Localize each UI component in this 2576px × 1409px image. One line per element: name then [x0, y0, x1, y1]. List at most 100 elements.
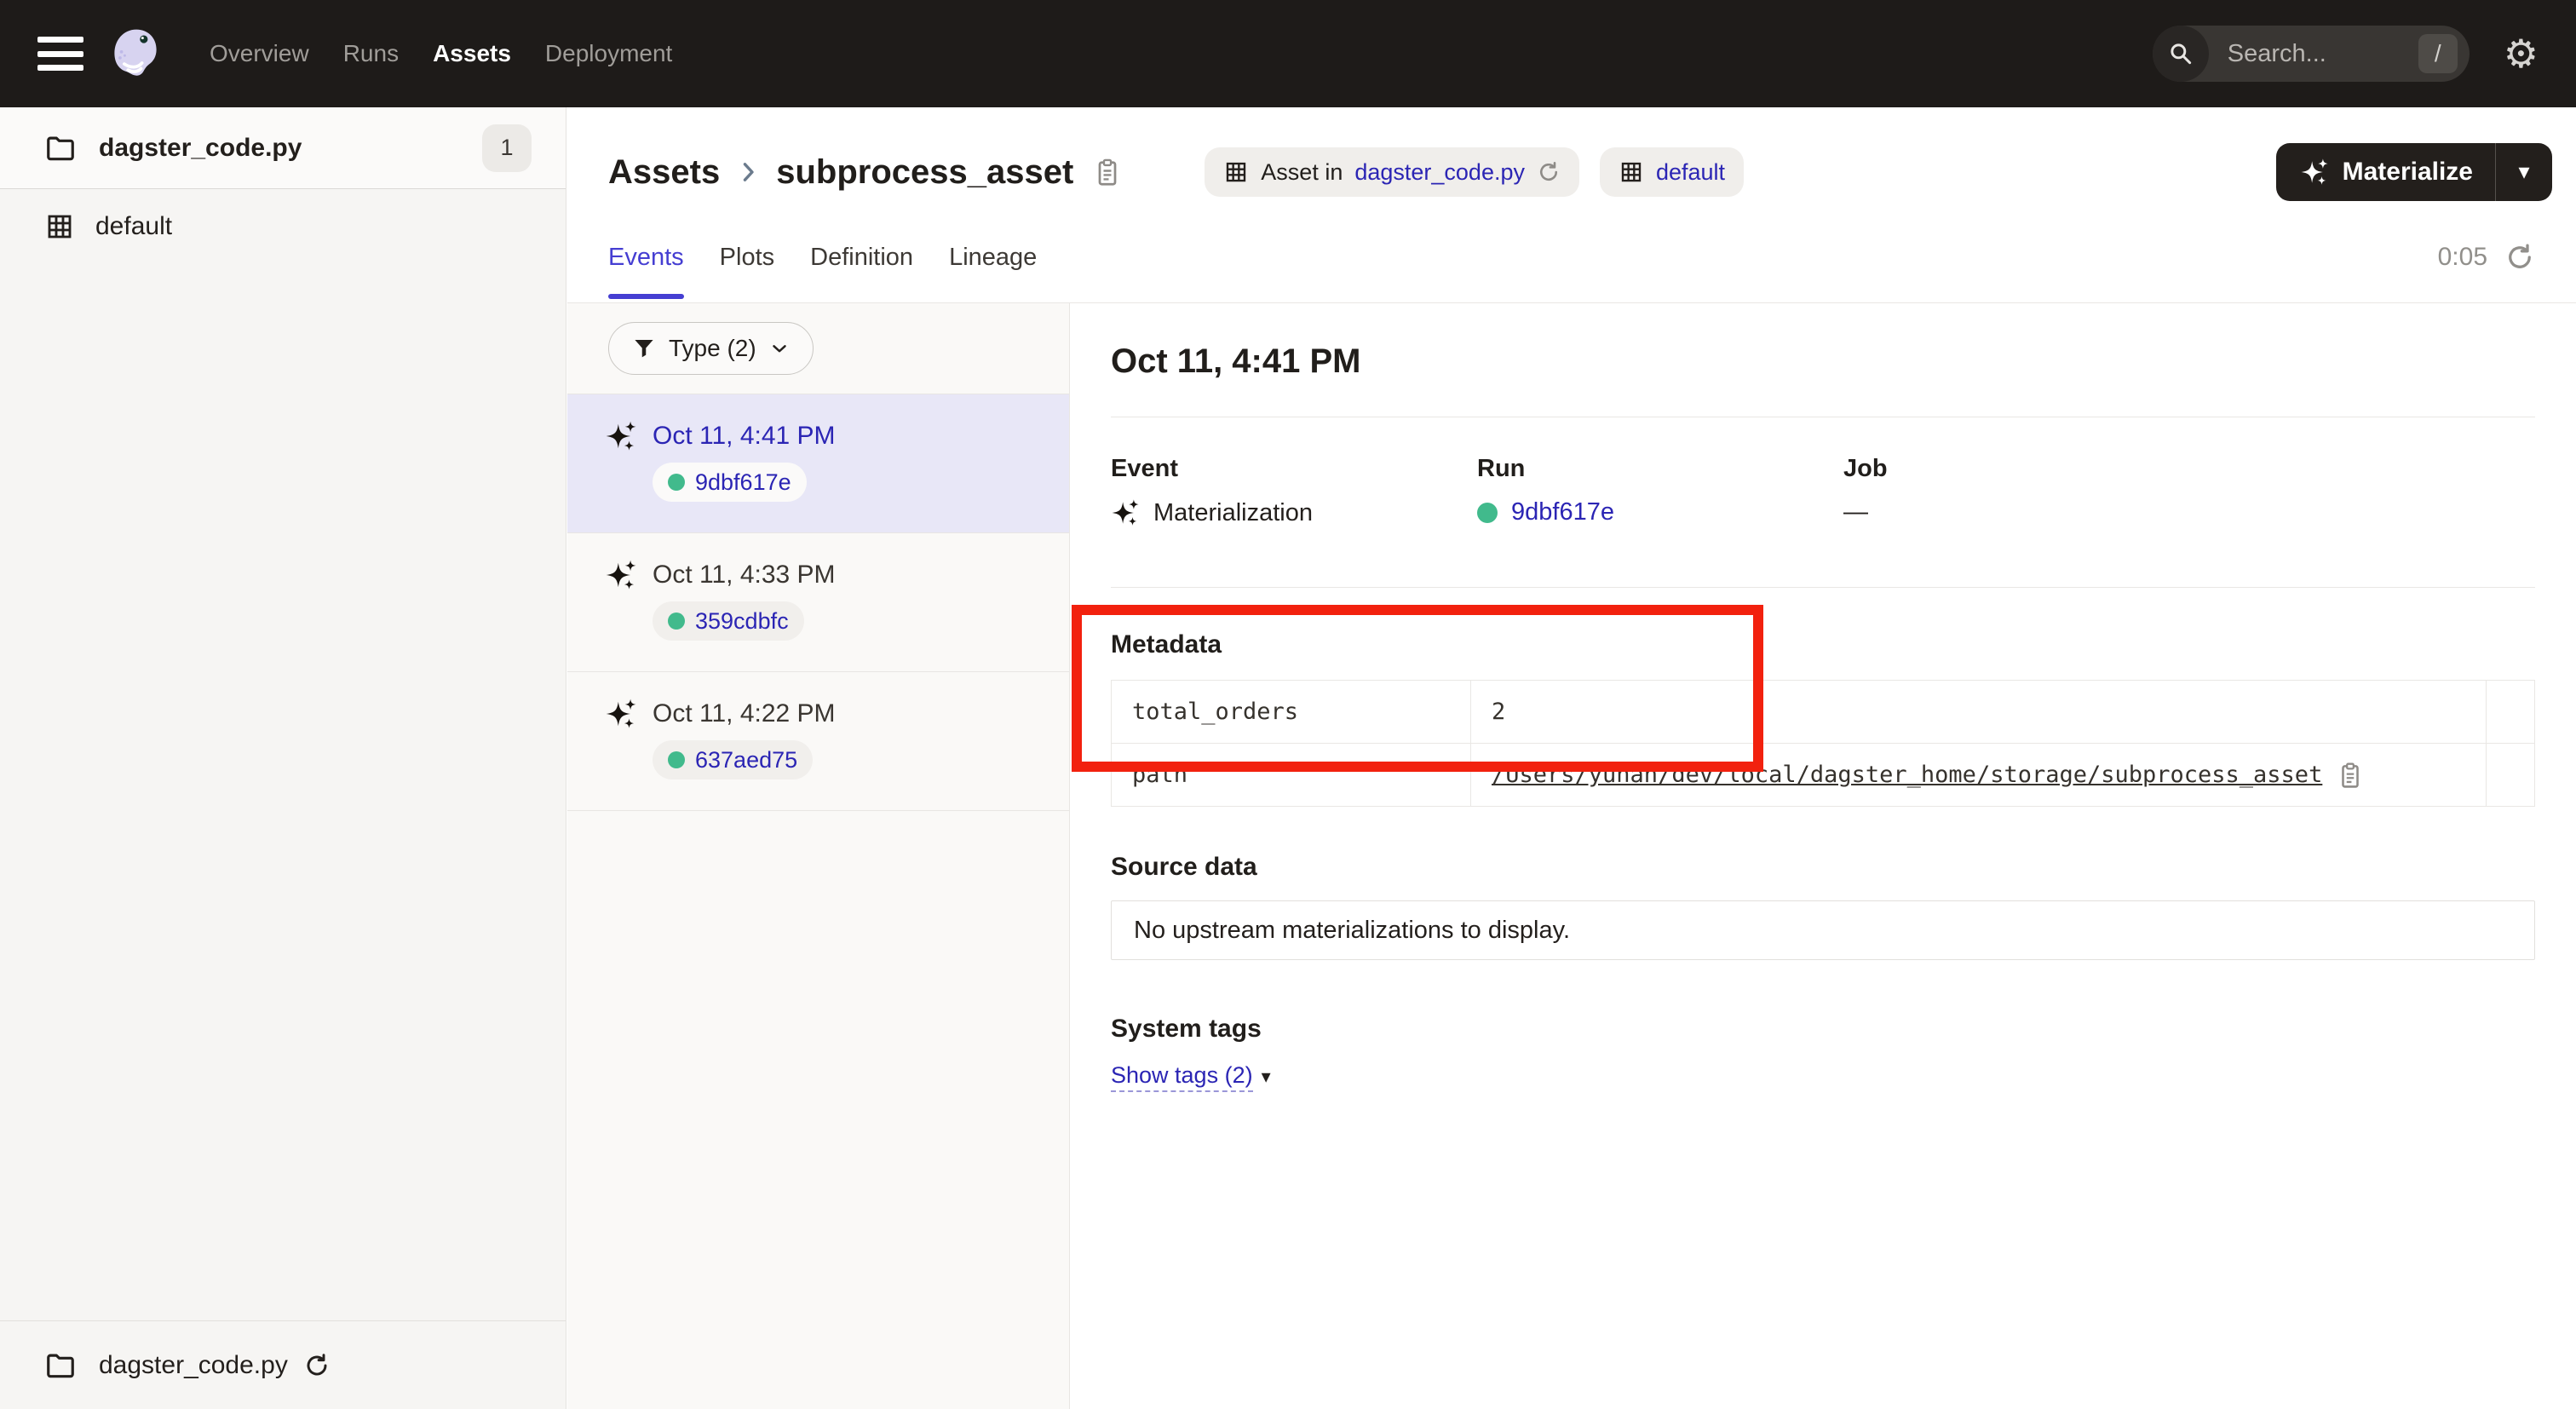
refresh-status: 0:05 [2438, 242, 2535, 273]
grid-icon [1223, 159, 1249, 185]
asset-group-link[interactable]: default [1656, 159, 1725, 186]
run-id-link: 9dbf617e [695, 469, 791, 496]
asset-group-badge: default [1600, 147, 1744, 197]
reload-code-location-icon[interactable] [303, 1352, 331, 1379]
run-id-pill[interactable]: 359cdbfc [653, 601, 804, 641]
code-location-label: dagster_code.py [99, 134, 302, 163]
search-icon [2153, 26, 2209, 82]
run-success-dot [668, 751, 685, 768]
event-detail-panel: Oct 11, 4:41 PM Event Materialization Ru… [1070, 303, 2576, 1409]
event-filter-row: Type (2) [567, 303, 1069, 394]
asset-tabs: Events Plots Definition Lineage [608, 212, 1037, 302]
run-success-dot [1477, 503, 1498, 523]
top-navigation-bar: Overview Runs Assets Deployment Search..… [0, 0, 2576, 107]
settings-gear-icon[interactable]: ⚙ [2504, 34, 2539, 73]
metadata-extra-cell [2487, 744, 2535, 807]
breadcrumb: Assets subprocess_asset [608, 153, 1123, 192]
divider [1111, 587, 2535, 588]
asset-badges: Asset in dagster_code.py default [1205, 147, 1744, 197]
event-list-item[interactable]: Oct 11, 4:33 PM 359cdbfc [567, 533, 1069, 672]
materialize-label: Materialize [2343, 158, 2473, 187]
sidebar-item-code-location[interactable]: dagster_code.py 1 [0, 107, 566, 189]
nav-deployment[interactable]: Deployment [545, 40, 672, 67]
run-id-link: 359cdbfc [695, 608, 789, 635]
dagster-logo[interactable] [106, 21, 165, 86]
funnel-icon [631, 336, 657, 361]
main-nav: Overview Runs Assets Deployment [210, 40, 672, 67]
event-detail-title: Oct 11, 4:41 PM [1111, 342, 2535, 381]
refresh-icon[interactable] [2504, 242, 2535, 273]
materialization-sparkle-icon [605, 559, 637, 591]
run-id-pill[interactable]: 9dbf617e [653, 463, 807, 502]
metadata-table: total_orders 2 path /Users/yuhan/dev/loc… [1111, 680, 2535, 807]
run-success-dot [668, 612, 685, 630]
event-list-panel: Type (2) Oct 11, 4:41 PM 9dbf617e [567, 303, 1070, 1409]
main-content: Assets subprocess_asset Asset in dagster… [567, 107, 2576, 1409]
event-timestamp: Oct 11, 4:33 PM [653, 561, 836, 589]
sidebar-footer-code-location: dagster_code.py [0, 1320, 566, 1409]
materialize-button[interactable]: Materialize ▾ [2276, 143, 2552, 201]
event-summary-columns: Event Materialization Run 9dbf617e [1111, 455, 2535, 527]
show-tags-label: Show tags (2) [1111, 1062, 1253, 1092]
refresh-countdown: 0:05 [2438, 243, 2487, 272]
event-timestamp: Oct 11, 4:41 PM [653, 422, 836, 451]
dagster-octopus-icon [106, 21, 165, 86]
event-column-label: Event [1111, 455, 1477, 483]
hamburger-menu-icon[interactable] [37, 37, 83, 71]
event-list-item[interactable]: Oct 11, 4:41 PM 9dbf617e [567, 394, 1069, 533]
sidebar-item-default-group[interactable]: default [0, 189, 566, 264]
asset-group-grid-icon [44, 211, 75, 242]
event-timestamp: Oct 11, 4:22 PM [653, 699, 836, 728]
tab-plots[interactable]: Plots [720, 212, 774, 302]
source-data-heading: Source data [1111, 853, 2535, 882]
code-location-link[interactable]: dagster_code.py [1354, 159, 1525, 186]
event-type-value: Materialization [1153, 499, 1313, 527]
event-type-filter-button[interactable]: Type (2) [608, 322, 814, 375]
metadata-key: path [1112, 744, 1471, 807]
nav-runs[interactable]: Runs [343, 40, 399, 67]
run-column-label: Run [1477, 455, 1843, 483]
folder-icon [44, 1349, 77, 1382]
caret-down-icon: ▾ [1262, 1067, 1271, 1088]
materialize-button-group: Materialize ▾ [2276, 143, 2552, 201]
search-shortcut-key: / [2418, 34, 2458, 73]
nav-overview[interactable]: Overview [210, 40, 309, 67]
metadata-heading: Metadata [1111, 630, 2535, 659]
job-value: — [1843, 498, 1868, 526]
metadata-extra-cell [2487, 681, 2535, 744]
materialize-dropdown-caret[interactable]: ▾ [2496, 159, 2552, 185]
event-list-item[interactable]: Oct 11, 4:22 PM 637aed75 [567, 672, 1069, 811]
tab-events[interactable]: Events [608, 212, 684, 302]
copy-path-icon[interactable] [2336, 761, 2365, 790]
chevron-down-icon [768, 337, 791, 359]
materialization-sparkle-icon [605, 420, 637, 452]
reload-location-icon[interactable] [1537, 160, 1561, 184]
asset-group-label: default [95, 212, 172, 241]
materialization-sparkle-icon [1111, 498, 1140, 527]
metadata-key: total_orders [1112, 681, 1471, 744]
metadata-row: total_orders 2 [1112, 681, 2535, 744]
tab-definition[interactable]: Definition [810, 212, 913, 302]
grid-icon [1619, 159, 1644, 185]
tab-lineage[interactable]: Lineage [949, 212, 1037, 302]
metadata-row: path /Users/yuhan/dev/local/dagster_home… [1112, 744, 2535, 807]
asset-in-label: Asset in [1261, 159, 1343, 186]
breadcrumb-assets-link[interactable]: Assets [608, 153, 720, 192]
asset-page-header: Assets subprocess_asset Asset in dagster… [567, 107, 2576, 303]
folder-icon [44, 132, 77, 164]
system-tags-heading: System tags [1111, 1015, 2535, 1044]
search-placeholder: Search... [2228, 40, 2418, 68]
run-id-link[interactable]: 9dbf617e [1511, 498, 1614, 526]
metadata-path-link[interactable]: /Users/yuhan/dev/local/dagster_home/stor… [1492, 762, 2322, 788]
search-input[interactable]: Search... / [2153, 26, 2470, 82]
metadata-value: 2 [1471, 681, 2487, 744]
asset-location-badge: Asset in dagster_code.py [1205, 147, 1579, 197]
asset-name-title: subprocess_asset [776, 153, 1073, 192]
run-id-pill[interactable]: 637aed75 [653, 740, 813, 779]
materialization-sparkle-icon [605, 698, 637, 730]
show-tags-toggle[interactable]: Show tags (2) ▾ [1111, 1062, 1271, 1092]
asset-tabs-row: Events Plots Definition Lineage 0:05 [567, 212, 2576, 302]
copy-asset-name-icon[interactable] [1092, 157, 1123, 187]
nav-assets[interactable]: Assets [433, 40, 511, 67]
source-data-empty-message: No upstream materializations to display. [1134, 917, 1570, 945]
